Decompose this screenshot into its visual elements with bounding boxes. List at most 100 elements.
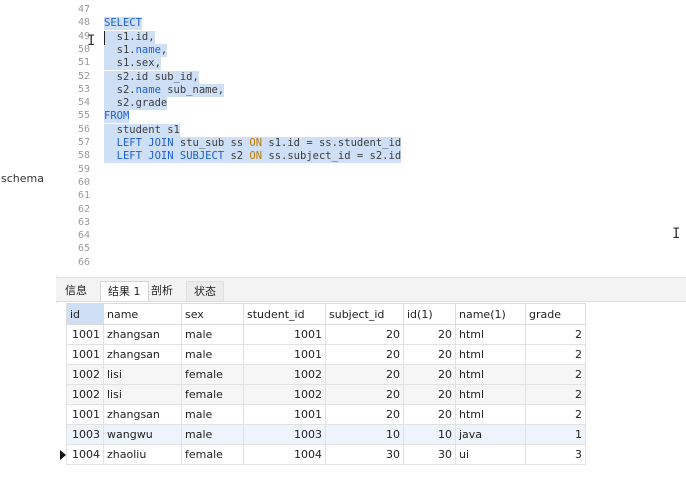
table-cell[interactable]: html [455,364,526,385]
table-cell[interactable]: 1003 [66,424,104,445]
table-cell[interactable]: html [455,344,526,365]
table-cell[interactable]: 2 [525,324,586,345]
table-cell[interactable]: female [181,384,244,405]
table-cell[interactable]: lisi [103,384,182,405]
code-line[interactable]: student s1 [104,123,180,137]
code-line[interactable]: LEFT JOIN stu_sub ss ON s1.id = ss.stude… [104,137,402,150]
column-header-subject-id[interactable]: subject_id [325,303,404,325]
tab-info[interactable]: 信息 [58,281,94,301]
table-cell[interactable]: 1001 [66,404,104,425]
table-cell[interactable]: male [181,424,244,445]
code-line[interactable]: s2.grade [104,97,168,111]
table-cell[interactable]: 20 [403,364,456,385]
table-cell[interactable]: html [455,384,526,405]
table-cell[interactable]: 1001 [66,344,104,365]
table-cell[interactable]: 2 [525,344,586,365]
column-header-name[interactable]: name [103,303,182,325]
code-text: s1.id = ss.student_id [262,137,402,149]
table-cell[interactable]: lisi [103,364,182,385]
table-cell[interactable]: 1002 [243,384,326,405]
table-cell[interactable]: 30 [325,444,404,465]
table-cell[interactable]: female [181,444,244,465]
table-cell[interactable]: zhaoliu [103,444,182,465]
table-cell[interactable]: 1001 [243,324,326,345]
sql-keyword: SELECT [104,17,142,30]
sql-keyword: LEFT JOIN [116,137,174,149]
table-cell[interactable]: male [181,324,244,345]
table-cell[interactable]: html [455,324,526,345]
code-line[interactable]: s1.id, [104,30,155,44]
table-cell[interactable]: 1004 [243,444,326,465]
table-cell[interactable]: zhangsan [103,324,182,345]
table-cell[interactable]: 1002 [66,384,104,405]
table-row[interactable]: 1004 zhaoliu female 1004 30 30 ui 3 [66,444,586,465]
code-line[interactable]: SELECT [104,17,142,31]
table-cell[interactable]: 2 [525,364,586,385]
table-cell[interactable]: 20 [325,404,404,425]
table-cell[interactable]: 30 [403,444,456,465]
table-cell[interactable]: 20 [403,404,456,425]
line-number: 58 [77,150,90,162]
code-text: s1.id, [104,30,155,43]
table-cell[interactable]: 10 [325,424,404,445]
table-cell[interactable]: 10 [403,424,456,445]
table-row[interactable]: 1001 zhangsan male 1001 20 20 html 2 [66,404,586,425]
table-cell[interactable]: 20 [325,384,404,405]
table-cell[interactable]: 20 [403,324,456,345]
table-cell[interactable]: wangwu [103,424,182,445]
table-cell[interactable]: male [181,344,244,365]
table-cell[interactable]: zhangsan [103,344,182,365]
table-cell[interactable]: 20 [403,384,456,405]
code-line[interactable]: FROM [104,110,130,124]
table-cell[interactable]: 20 [325,364,404,385]
table-row[interactable]: 1001 zhangsan male 1001 20 20 html 2 [66,324,586,345]
column-header-id[interactable]: id [66,303,104,325]
table-cell[interactable]: java [455,424,526,445]
sidebar-schema-label[interactable]: schema [1,172,44,185]
code-line[interactable]: s2.id sub_id, [104,70,199,84]
table-cell[interactable]: ui [455,444,526,465]
code-line[interactable]: LEFT JOIN SUBJECT s2 ON ss.subject_id = … [104,150,402,164]
table-row[interactable]: 1002 lisi female 1002 20 20 html 2 [66,384,586,405]
sql-editor[interactable]: 47 48 SELECT 49 s1.id, 50 s1.name, 51 s1.sex,… [56,0,686,276]
table-cell[interactable]: male [181,404,244,425]
table-cell[interactable]: female [181,364,244,385]
line-number: 56 [77,123,90,135]
table-cell[interactable]: 20 [325,324,404,345]
code-line[interactable]: s2.name sub_name, [104,83,225,97]
table-cell[interactable]: 3 [525,444,586,465]
column-header-name-1-[interactable]: name(1) [455,303,526,325]
table-row[interactable]: 1001 zhangsan male 1001 20 20 html 2 [66,344,586,365]
tab-status[interactable]: 状态 [186,281,224,301]
table-cell[interactable]: 1001 [243,344,326,365]
table-row[interactable]: 1002 lisi female 1002 20 20 html 2 [66,364,586,385]
table-cell[interactable]: zhangsan [103,404,182,425]
tab-result-1[interactable]: 结果 1 [100,281,149,301]
tab-profile[interactable]: 剖析 [144,281,180,301]
table-cell[interactable]: 20 [325,344,404,365]
table-row[interactable]: 1003 wangwu male 1003 10 10 java 1 [66,424,586,445]
table-cell[interactable]: 20 [403,344,456,365]
table-cell[interactable]: html [455,404,526,425]
result-grid[interactable]: id name sex student_id subject_id id(1) name(1… [56,303,686,492]
ibeam-cursor-icon: I [87,33,96,49]
code-line[interactable]: s1.name, [104,43,168,57]
table-cell[interactable]: 1 [525,424,586,445]
code-line[interactable]: s1.sex, [104,57,161,71]
column-header-id-1-[interactable]: id(1) [403,303,456,325]
table-cell[interactable]: 1001 [66,324,104,345]
table-cell[interactable]: 1002 [243,364,326,385]
table-cell[interactable]: 1003 [243,424,326,445]
result-table: id name sex student_id subject_id id(1) name(1… [66,303,586,465]
column-header-sex[interactable]: sex [181,303,244,325]
table-cell[interactable]: 1004 [66,444,104,465]
line-number: 60 [77,176,90,188]
table-cell[interactable]: 1001 [243,404,326,425]
table-cell[interactable]: 1002 [66,364,104,385]
column-header-grade[interactable]: grade [525,303,586,325]
table-cell[interactable]: 2 [525,384,586,405]
column-header-student-id[interactable]: student_id [243,303,326,325]
code-text: s2. [104,83,136,96]
code-text: s1. [104,43,136,56]
table-cell[interactable]: 2 [525,404,586,425]
